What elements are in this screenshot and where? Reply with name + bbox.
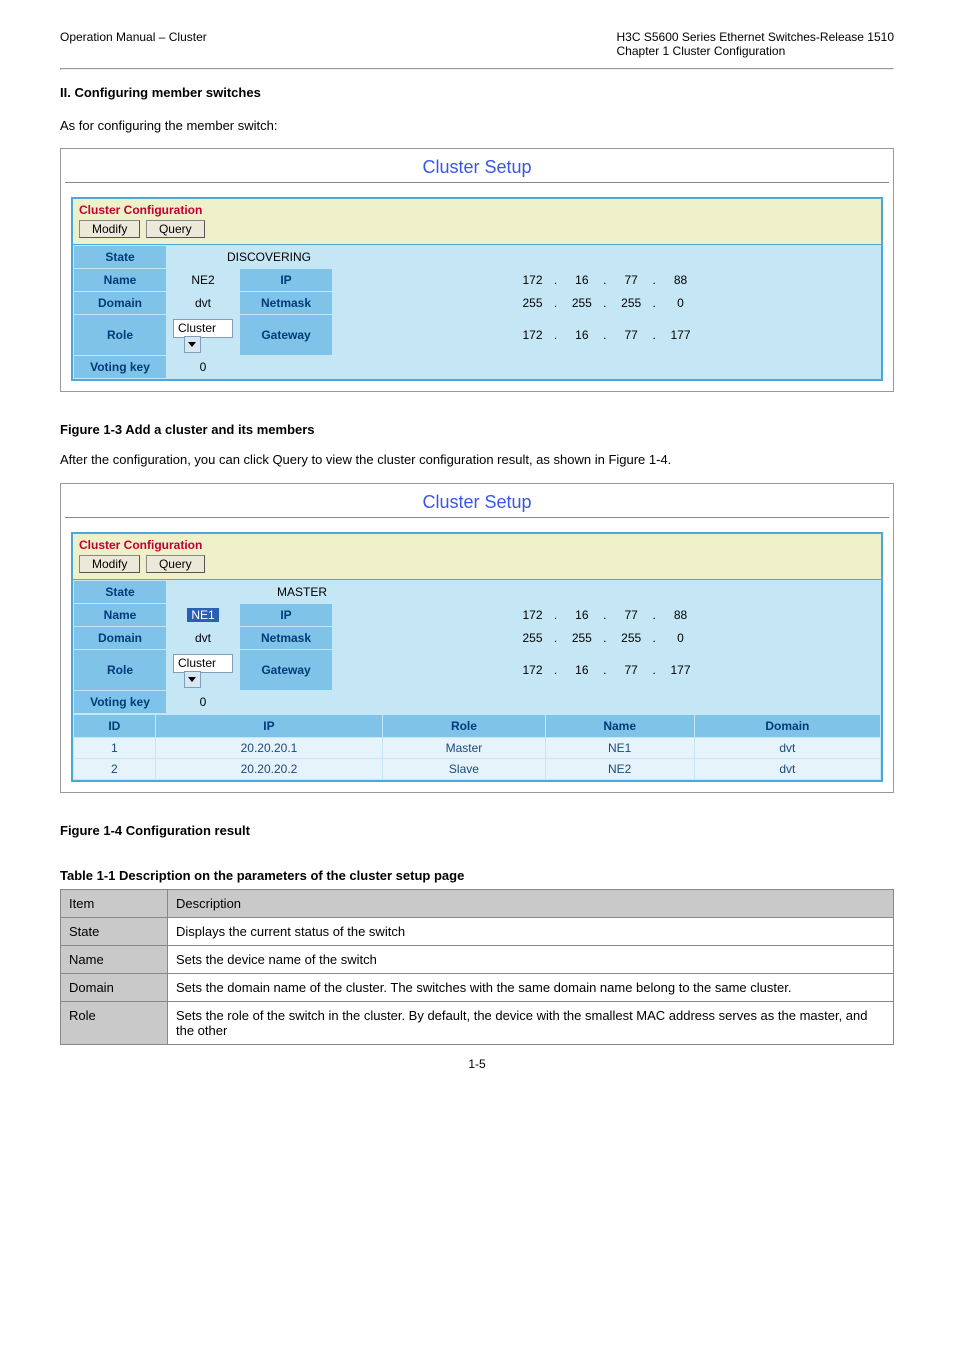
- label-role: Role: [74, 315, 167, 356]
- section-heading: II. Configuring member switches: [60, 85, 261, 100]
- label-state: State: [74, 580, 167, 603]
- value-gateway[interactable]: 172. 16. 77. 177: [333, 649, 881, 690]
- page-number: 1-5: [60, 1057, 894, 1071]
- chevron-down-icon[interactable]: [184, 671, 201, 688]
- col-id: ID: [74, 714, 156, 737]
- col-domain: Domain: [694, 714, 880, 737]
- value-role[interactable]: Cluster: [167, 649, 240, 690]
- table-row: 1 20.20.20.1 Master NE1 dvt: [74, 737, 881, 758]
- label-state: State: [74, 246, 167, 269]
- label-votingkey: Voting key: [74, 356, 167, 379]
- label-netmask: Netmask: [240, 292, 333, 315]
- label-domain: Domain: [74, 626, 167, 649]
- header-left: Operation Manual – Cluster: [60, 30, 207, 44]
- table-row: DomainSets the domain name of the cluste…: [61, 973, 894, 1001]
- col-role: Role: [383, 714, 545, 737]
- panel-title: Cluster Configuration: [79, 538, 875, 552]
- figure-1-4-caption: Figure 1-4 Configuration result: [60, 823, 894, 838]
- param-table: Item Description StateDisplays the curre…: [60, 889, 894, 1045]
- section-intro: As for configuring the member switch:: [60, 116, 894, 136]
- table-row: RoleSets the role of the switch in the c…: [61, 1001, 894, 1044]
- value-votingkey[interactable]: 0: [167, 690, 240, 713]
- modify-button[interactable]: Modify: [79, 220, 140, 238]
- value-state: MASTER: [167, 580, 881, 603]
- value-domain[interactable]: dvt: [167, 292, 240, 315]
- label-name: Name: [74, 603, 167, 626]
- figure-1-4-screenshot: Cluster Setup Cluster Configuration Modi…: [60, 483, 894, 793]
- value-netmask[interactable]: 255. 255. 255. 0: [333, 626, 881, 649]
- col-ip: IP: [155, 714, 383, 737]
- header-right-1: H3C S5600 Series Ethernet Switches-Relea…: [617, 30, 895, 44]
- panel-title: Cluster Configuration: [79, 203, 875, 217]
- value-ip[interactable]: 172. 16. 77. 88: [333, 603, 881, 626]
- param-col-desc: Description: [168, 889, 894, 917]
- mid-paragraph: After the configuration, you can click Q…: [60, 450, 894, 470]
- label-gateway: Gateway: [240, 649, 333, 690]
- query-button[interactable]: Query: [146, 220, 205, 238]
- table-1-1-caption: Table 1-1 Description on the parameters …: [60, 868, 894, 883]
- label-name: Name: [74, 269, 167, 292]
- value-role[interactable]: Cluster: [167, 315, 240, 356]
- value-votingkey[interactable]: 0: [167, 356, 240, 379]
- label-gateway: Gateway: [240, 315, 333, 356]
- page-title: Cluster Setup: [61, 484, 893, 517]
- value-name[interactable]: NE1: [167, 603, 240, 626]
- value-ip[interactable]: 172. 16. 77. 88: [333, 269, 881, 292]
- label-domain: Domain: [74, 292, 167, 315]
- table-row: 2 20.20.20.2 Slave NE2 dvt: [74, 758, 881, 779]
- label-ip: IP: [240, 269, 333, 292]
- table-row: StateDisplays the current status of the …: [61, 917, 894, 945]
- value-netmask[interactable]: 255. 255. 255. 0: [333, 292, 881, 315]
- label-netmask: Netmask: [240, 626, 333, 649]
- header-right-2: Chapter 1 Cluster Configuration: [617, 44, 786, 58]
- query-button[interactable]: Query: [146, 555, 205, 573]
- modify-button[interactable]: Modify: [79, 555, 140, 573]
- figure-1-3-screenshot: Cluster Setup Cluster Configuration Modi…: [60, 148, 894, 392]
- figure-1-3-caption: Figure 1-3 Add a cluster and its members: [60, 422, 894, 437]
- label-votingkey: Voting key: [74, 690, 167, 713]
- col-name: Name: [545, 714, 694, 737]
- table-row: NameSets the device name of the switch: [61, 945, 894, 973]
- value-state: DISCOVERING: [167, 246, 881, 269]
- value-name[interactable]: NE2: [167, 269, 240, 292]
- value-domain[interactable]: dvt: [167, 626, 240, 649]
- label-ip: IP: [240, 603, 333, 626]
- page-title: Cluster Setup: [61, 149, 893, 182]
- param-col-item: Item: [61, 889, 168, 917]
- chevron-down-icon[interactable]: [184, 336, 201, 353]
- member-table: ID IP Role Name Domain 1 20.20.20.1 Mast…: [73, 714, 881, 780]
- value-gateway[interactable]: 172. 16. 77. 177: [333, 315, 881, 356]
- label-role: Role: [74, 649, 167, 690]
